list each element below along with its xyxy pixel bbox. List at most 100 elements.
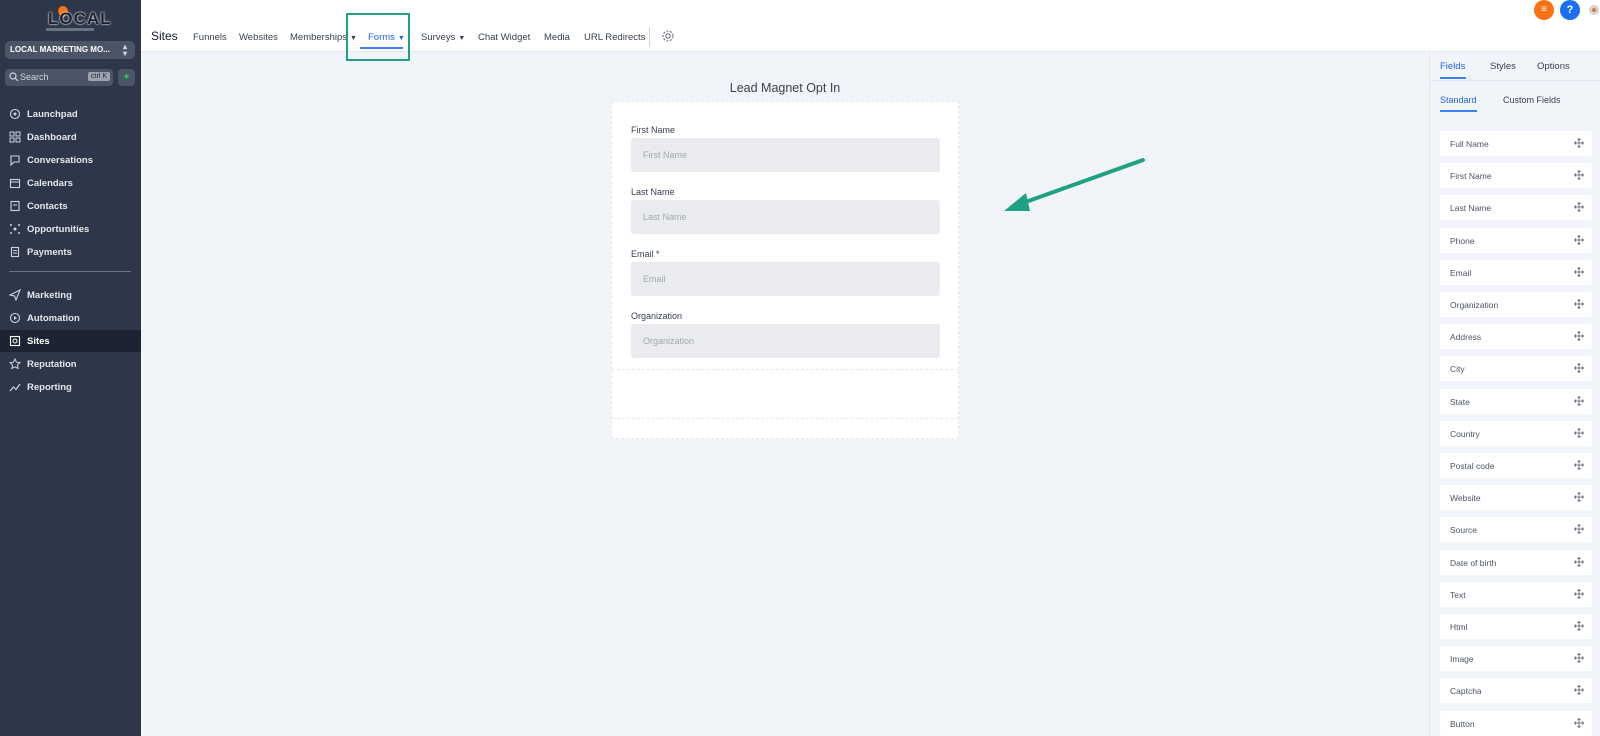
forms-tab-highlight-box [346, 13, 410, 61]
chevron-down-icon: ▼ [458, 35, 466, 42]
drag-move-icon[interactable] [1574, 299, 1584, 309]
field-item-country[interactable]: Country [1440, 420, 1592, 446]
last-name-label: Last Name [631, 187, 675, 197]
form-drop-zone[interactable] [612, 369, 958, 419]
tab-funnels[interactable]: Funnels [193, 32, 227, 43]
sidebar-item-reporting[interactable]: Reporting [0, 376, 141, 398]
sidebar-item-sites[interactable]: Sites [0, 330, 141, 352]
tab-chat-widget[interactable]: Chat Widget [478, 32, 530, 43]
sidebar-item-opportunities[interactable]: Opportunities [0, 218, 141, 240]
drag-move-icon[interactable] [1574, 138, 1584, 148]
tab-fields[interactable]: Fields [1440, 61, 1465, 72]
field-item-image[interactable]: Image [1440, 646, 1592, 672]
tab-websites[interactable]: Websites [239, 32, 278, 43]
drag-move-icon[interactable] [1574, 202, 1584, 213]
last-name-input[interactable]: Last Name [631, 200, 940, 234]
drag-move-icon[interactable] [1574, 331, 1584, 342]
sidebar-item-marketing[interactable]: Marketing [0, 284, 141, 306]
drag-move-icon[interactable] [1574, 653, 1584, 664]
field-item-date-of-birth[interactable]: Date of birth [1440, 549, 1592, 575]
calendar-icon [9, 178, 21, 189]
sidebar-item-label: Dashboard [27, 132, 77, 143]
subtab-standard[interactable]: Standard [1440, 95, 1477, 105]
account-switcher[interactable]: LOCAL MARKETING MO... ▴ ▾ [5, 41, 135, 59]
sidebar-item-automation[interactable]: Automation [0, 307, 141, 329]
drag-move-icon[interactable] [1574, 556, 1584, 567]
user-avatar[interactable] [1588, 4, 1600, 16]
field-item-captcha[interactable]: Captcha [1440, 678, 1592, 704]
drag-move-icon[interactable] [1574, 363, 1584, 374]
drag-move-icon[interactable] [1574, 717, 1584, 728]
field-item-label: Image [1450, 654, 1474, 665]
sidebar-item-reputation[interactable]: Reputation [0, 353, 141, 375]
help-icon[interactable]: ? [1560, 0, 1580, 20]
drag-move-icon[interactable] [1574, 685, 1584, 696]
field-item-label: Source [1450, 525, 1477, 536]
first-name-input[interactable]: First Name [631, 138, 940, 172]
organization-input[interactable]: Organization [631, 324, 940, 358]
field-item-city[interactable]: City [1440, 356, 1592, 382]
sidebar-item-conversations[interactable]: Conversations [0, 149, 141, 171]
field-item-postal-code[interactable]: Postal code [1440, 453, 1592, 478]
sidebar: LOCAL LOCAL MARKETING MO... ▴ ▾ Search ct… [0, 0, 141, 736]
subtab-custom-fields[interactable]: Custom Fields [1503, 95, 1561, 105]
sidebar-item-calendars[interactable]: Calendars [0, 172, 141, 194]
drag-move-icon[interactable] [1574, 588, 1584, 599]
field-item-html[interactable]: Html [1440, 614, 1592, 639]
form-title: Lead Magnet Opt In [729, 81, 841, 95]
field-item-label: Full Name [1450, 139, 1489, 149]
field-item-label: First Name [1450, 171, 1492, 182]
field-item-full-name[interactable]: Full Name [1440, 131, 1592, 156]
company-logo[interactable]: LOCAL [44, 3, 111, 32]
tab-url-redirects[interactable]: URL Redirects [584, 32, 645, 43]
field-item-email[interactable]: Email [1440, 259, 1592, 285]
form-preview-card[interactable]: First Name First Name Last Name Last Nam… [611, 101, 959, 439]
tab-surveys[interactable]: Surveys ▼ [421, 32, 465, 43]
rocket-icon [9, 108, 21, 120]
sites-icon [9, 335, 21, 347]
sidebar-item-contacts[interactable]: Contacts [0, 195, 141, 217]
field-item-source[interactable]: Source [1440, 517, 1592, 543]
settings-gear-icon[interactable] [661, 29, 675, 43]
field-item-text[interactable]: Text [1440, 581, 1592, 607]
field-item-organization[interactable]: Organization [1440, 292, 1592, 317]
task-list-icon[interactable]: ≡ [1534, 0, 1554, 20]
sidebar-item-launchpad[interactable]: Launchpad [0, 103, 141, 125]
panel-tab-divider [1430, 80, 1600, 81]
sidebar-item-payments[interactable]: Payments [0, 241, 141, 263]
field-item-website[interactable]: Website [1440, 485, 1592, 511]
drag-move-icon[interactable] [1574, 170, 1584, 181]
sidebar-item-dashboard[interactable]: Dashboard [0, 126, 141, 148]
drag-move-icon[interactable] [1574, 460, 1584, 470]
tab-styles[interactable]: Styles [1490, 61, 1516, 72]
search-box[interactable]: Search ctrl K [5, 69, 113, 86]
field-item-label: Button [1450, 718, 1475, 729]
drag-move-icon[interactable] [1574, 524, 1584, 535]
send-icon [9, 289, 21, 301]
drag-move-icon[interactable] [1574, 621, 1584, 631]
tab-options[interactable]: Options [1537, 61, 1570, 72]
field-item-button[interactable]: Button [1440, 710, 1592, 736]
field-item-phone[interactable]: Phone [1440, 227, 1592, 253]
field-item-last-name[interactable]: Last Name [1440, 195, 1592, 221]
drag-move-icon[interactable] [1574, 266, 1584, 277]
tab-label: URL Redirects [584, 32, 646, 43]
tab-label: Chat Widget [478, 32, 531, 43]
search-placeholder: Search [20, 72, 49, 82]
field-item-address[interactable]: Address [1440, 324, 1592, 350]
email-input[interactable]: Email [631, 262, 940, 296]
sidebar-item-label: Conversations [27, 155, 93, 166]
annotation-arrow-icon [1004, 158, 1145, 211]
quick-action-sparkle-icon[interactable]: ✦ [118, 69, 135, 86]
tab-label: Memberships [290, 32, 348, 43]
updown-chevron-icon: ▴ ▾ [122, 42, 127, 58]
field-item-first-name[interactable]: First Name [1440, 163, 1592, 189]
tab-media[interactable]: Media [544, 32, 570, 43]
drag-move-icon[interactable] [1574, 395, 1584, 406]
account-name: LOCAL MARKETING MO... [10, 45, 110, 54]
field-item-state[interactable]: State [1440, 388, 1592, 414]
sidebar-divider [9, 271, 131, 272]
drag-move-icon[interactable] [1574, 492, 1584, 503]
drag-move-icon[interactable] [1574, 234, 1584, 245]
drag-move-icon[interactable] [1574, 427, 1584, 438]
